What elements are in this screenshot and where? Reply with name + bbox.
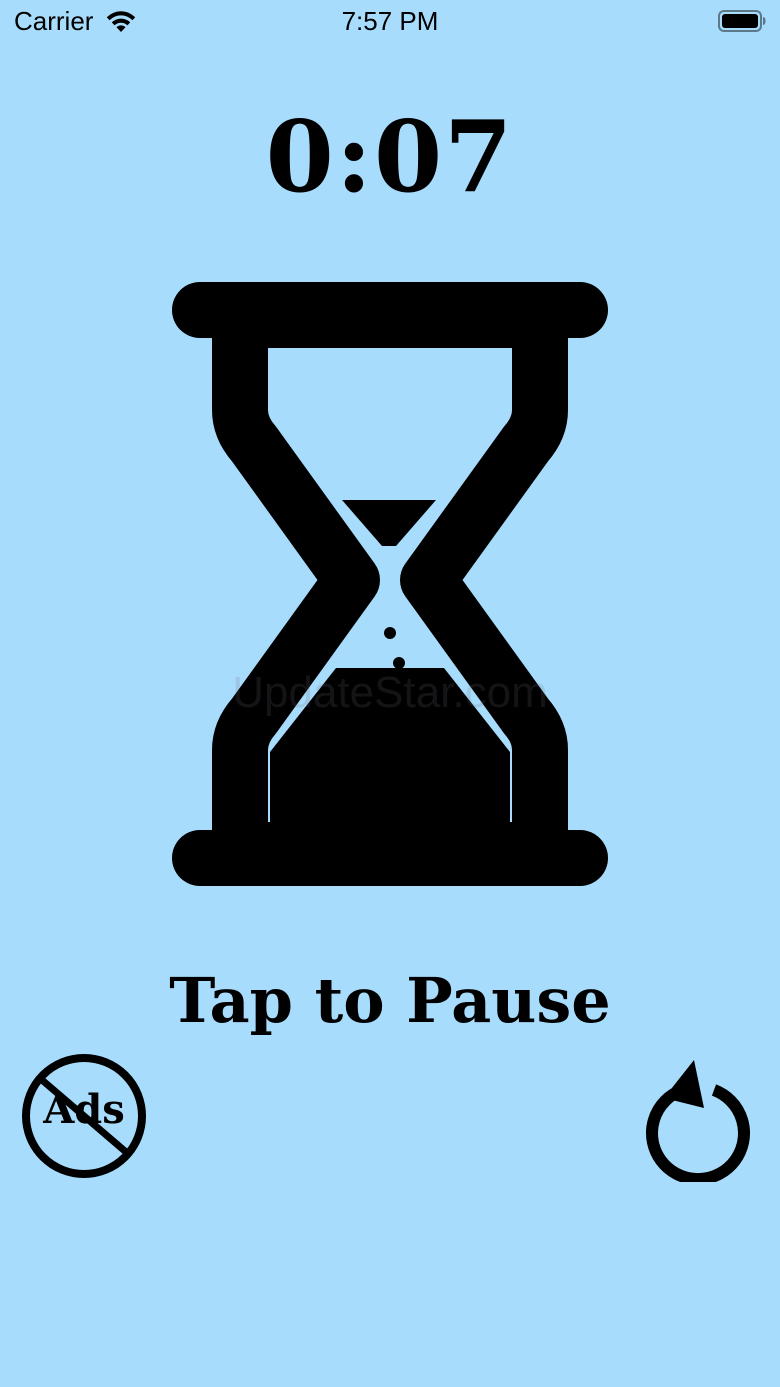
falling-sand-grain-2 — [393, 657, 405, 669]
status-time: 7:57 PM — [341, 6, 439, 36]
status-bar: Carrier 7:57 PM — [0, 0, 780, 44]
falling-sand-grain-1 — [384, 627, 396, 639]
tap-to-pause-label[interactable]: Tap to Pause — [0, 964, 780, 1037]
strike-line — [38, 1076, 130, 1156]
reset-button[interactable] — [638, 1052, 758, 1182]
elapsed-timer: 0:07 — [265, 100, 515, 215]
battery-icon — [718, 10, 766, 32]
hourglass-icon[interactable] — [150, 270, 630, 900]
hourglass-bottom-cap — [172, 830, 608, 886]
remove-ads-button[interactable]: Ads — [20, 1052, 148, 1180]
reset-icon — [646, 1060, 750, 1182]
hourglass-top-cap — [172, 282, 608, 338]
